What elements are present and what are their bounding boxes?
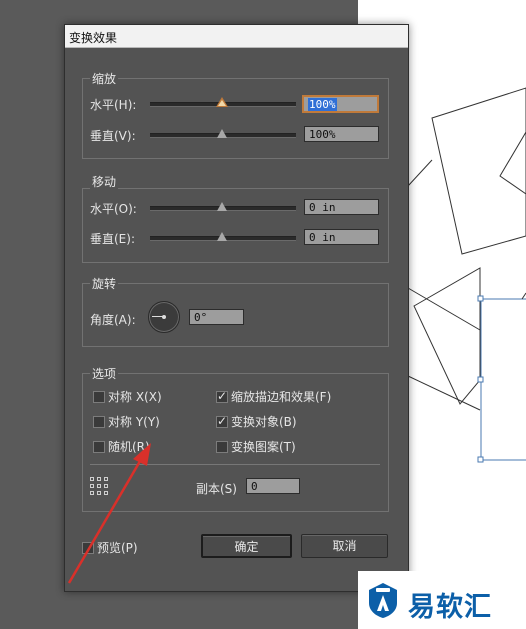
- scale-horizontal-label: 水平(H):: [90, 98, 137, 112]
- rotate-angle-input[interactable]: 0°: [189, 309, 244, 325]
- transform-patterns-checkbox[interactable]: [216, 441, 228, 453]
- move-group-title: 移动: [90, 173, 119, 190]
- scale-horizontal-slider-thumb[interactable]: [216, 97, 228, 107]
- angle-dial-center: [162, 315, 166, 319]
- watermark-logo: 易软汇: [358, 571, 526, 629]
- scale-vertical-slider-thumb[interactable]: [217, 129, 227, 138]
- dialog-titlebar[interactable]: 变换效果: [65, 25, 408, 48]
- reflect-x-checkbox[interactable]: [93, 391, 105, 403]
- scale-vertical-input[interactable]: 100%: [304, 126, 379, 142]
- scale-group-title: 缩放: [90, 70, 119, 87]
- scale-horizontal-input[interactable]: 100%: [302, 95, 379, 113]
- random-label[interactable]: 随机(R): [108, 438, 150, 455]
- scale-vertical-label: 垂直(V):: [90, 129, 136, 143]
- watermark-text: 易软汇: [408, 592, 492, 623]
- copies-label: 副本(S): [196, 482, 237, 496]
- logo-mark-icon: [369, 583, 397, 618]
- move-vertical-input[interactable]: 0 in: [304, 229, 379, 245]
- options-divider: [90, 464, 380, 465]
- copies-input[interactable]: 0: [246, 478, 300, 494]
- reflect-x-label[interactable]: 对称 X(X): [108, 388, 162, 405]
- transform-patterns-label[interactable]: 变换图案(T): [231, 438, 296, 455]
- scale-group: [82, 78, 389, 159]
- transform-objects-checkbox[interactable]: [216, 414, 228, 428]
- preview-label[interactable]: 预览(P): [97, 539, 138, 556]
- move-vertical-label: 垂直(E):: [90, 232, 135, 246]
- move-horizontal-slider-thumb[interactable]: [217, 202, 227, 211]
- reference-point-icon[interactable]: [90, 477, 109, 496]
- transform-effect-dialog: 变换效果 缩放 水平(H): 100% 垂直(V): 100% 移动 水平(O)…: [64, 24, 409, 592]
- move-vertical-slider-thumb[interactable]: [217, 232, 227, 241]
- reflect-y-label[interactable]: 对称 Y(Y): [108, 413, 160, 430]
- dialog-title: 变换效果: [69, 31, 118, 45]
- ok-button[interactable]: 确定: [201, 534, 292, 558]
- scale-strokes-checkbox[interactable]: [216, 389, 228, 403]
- preview-checkbox[interactable]: [82, 542, 94, 554]
- move-horizontal-input[interactable]: 0 in: [304, 199, 379, 215]
- move-horizontal-label: 水平(O):: [90, 202, 137, 216]
- reflect-y-checkbox[interactable]: [93, 416, 105, 428]
- cancel-button[interactable]: 取消: [301, 534, 388, 558]
- transform-objects-label[interactable]: 变换对象(B): [231, 413, 297, 430]
- random-checkbox[interactable]: [93, 441, 105, 453]
- options-group-title: 选项: [90, 365, 119, 382]
- scale-strokes-label[interactable]: 缩放描边和效果(F): [231, 388, 331, 405]
- rotate-angle-label: 角度(A):: [90, 313, 136, 327]
- angle-dial[interactable]: [148, 301, 180, 333]
- rotate-group-title: 旋转: [90, 275, 119, 292]
